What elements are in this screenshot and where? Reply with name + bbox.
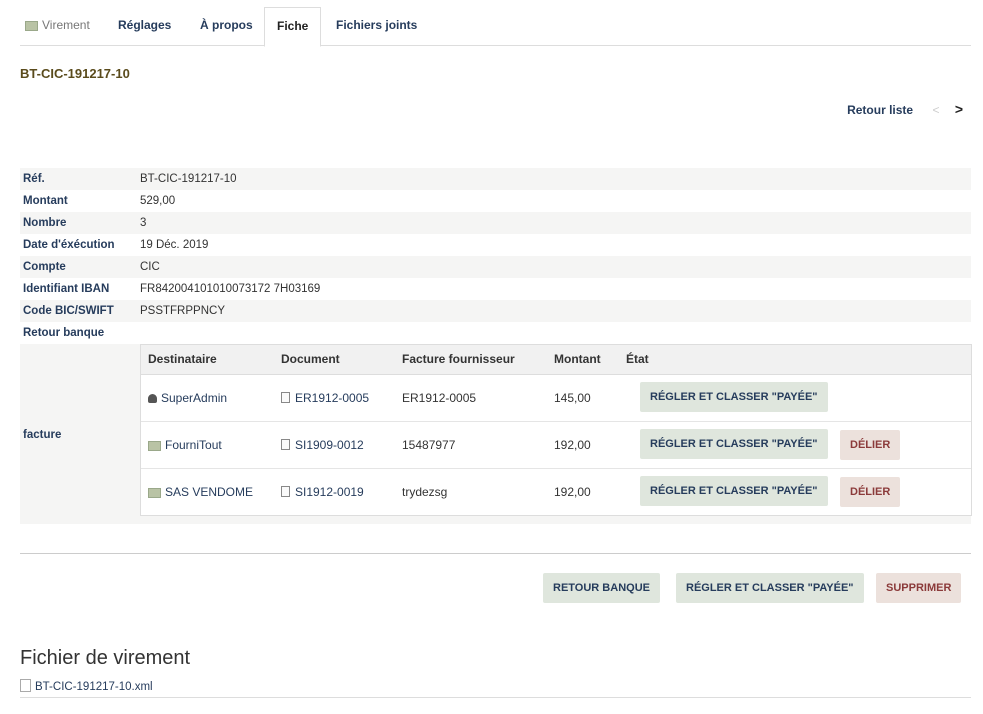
field-value: 19 Déc. 2019 [140,239,209,251]
invoice-table: Destinataire Document Facture fournisseu… [140,344,972,516]
supplier-invoice: 15487977 [402,438,456,452]
recipient-link[interactable]: SuperAdmin [161,391,227,405]
document-icon [281,392,290,403]
page-title: BT-CIC-191217-10 [20,66,130,81]
field-label: Montant [23,195,68,207]
amount: 145,00 [554,391,591,405]
field-row: Nombre 3 [20,212,971,234]
file-row: BT-CIC-191217-10.xml [20,679,971,698]
record-navigation: Retour liste < > [847,101,963,117]
field-value: 3 [140,217,147,229]
section-title: Fichier de virement [20,647,191,669]
field-value: FR842004101010073172 7H03169 [140,283,321,295]
column-header: État [626,352,649,366]
table-row: FourniTout SI1909-0012 15487977 192,00 R… [141,422,971,469]
field-label: Compte [23,261,66,273]
field-row: Code BIC/SWIFT PSSTFRPPNCY [20,300,971,322]
field-value: 529,00 [140,195,176,207]
recipient-link[interactable]: FourniTout [165,438,222,452]
invoice-row: facture Destinataire Document Facture fo… [20,344,972,524]
next-record-icon[interactable]: > [955,101,963,117]
field-row: Retour banque [20,322,971,344]
column-header: Montant [554,352,601,366]
table-row: SuperAdmin ER1912-0005 ER1912-0005 145,0… [141,375,971,422]
file-icon [20,679,31,692]
tab-about[interactable]: À propos [200,7,253,44]
pay-all-button[interactable]: Régler et classer "Payée" [676,573,864,603]
field-row: Identifiant IBAN FR842004101010073172 7H… [20,278,971,300]
table-row: SAS VENDOME SI1912-0019 trydezsg 192,00 … [141,469,971,515]
tab-virement[interactable]: Virement [25,7,90,44]
transfer-details: Réf. BT-CIC-191217-10 Montant 529,00 Nom… [20,168,972,524]
column-header: Facture fournisseur [402,352,515,366]
field-label: Retour banque [23,327,105,339]
document-link[interactable]: SI1909-0012 [295,438,364,452]
field-value: CIC [140,261,160,273]
field-row: Montant 529,00 [20,190,971,212]
invoice-table-header: Destinataire Document Facture fournisseu… [141,345,971,375]
document-icon [281,439,290,450]
divider [20,553,971,554]
back-to-list-link[interactable]: Retour liste [847,103,913,117]
field-value: BT-CIC-191217-10 [140,173,237,185]
field-label: facture [23,429,62,441]
field-label: Réf. [23,173,45,185]
company-icon [148,440,161,451]
column-header: Document [281,352,340,366]
amount: 192,00 [554,485,591,499]
pay-and-classify-button[interactable]: Régler et classer "Payée" [640,382,828,412]
document-icon [281,486,290,497]
field-row: Compte CIC [20,256,971,278]
user-icon [148,394,157,403]
unlink-button[interactable]: Délier [840,477,901,507]
delete-button[interactable]: Supprimer [876,573,962,603]
field-label: Code BIC/SWIFT [23,305,114,317]
tab-bar: Virement Réglages À propos Fiche Fichier… [20,7,971,47]
field-row: Date d'éxécution 19 Déc. 2019 [20,234,971,256]
field-value: PSSTFRPPNCY [140,305,225,317]
supplier-invoice: trydezsg [402,485,448,499]
tab-settings[interactable]: Réglages [118,7,171,44]
unlink-button[interactable]: Délier [840,430,901,460]
field-label: Date d'éxécution [23,239,115,251]
field-row: Réf. BT-CIC-191217-10 [20,168,971,190]
company-icon [148,487,161,498]
supplier-invoice: ER1912-0005 [402,391,477,405]
document-link[interactable]: ER1912-0005 [295,391,369,405]
previous-record-icon[interactable]: < [932,103,939,117]
pay-and-classify-button[interactable]: Régler et classer "Payée" [640,476,828,506]
tab-fiche[interactable]: Fiche [264,7,322,47]
document-link[interactable]: SI1912-0019 [295,485,364,499]
transfer-icon [25,20,38,31]
recipient-link[interactable]: SAS VENDOME [165,485,253,499]
field-label: Identifiant IBAN [23,283,110,295]
field-label: Nombre [23,217,67,229]
column-header: Destinataire [148,352,217,366]
pay-and-classify-button[interactable]: Régler et classer "Payée" [640,429,828,459]
bank-return-button[interactable]: Retour banque [543,573,660,603]
tab-attached-files[interactable]: Fichiers joints [336,7,417,44]
file-link[interactable]: BT-CIC-191217-10.xml [35,681,153,693]
amount: 192,00 [554,438,591,452]
